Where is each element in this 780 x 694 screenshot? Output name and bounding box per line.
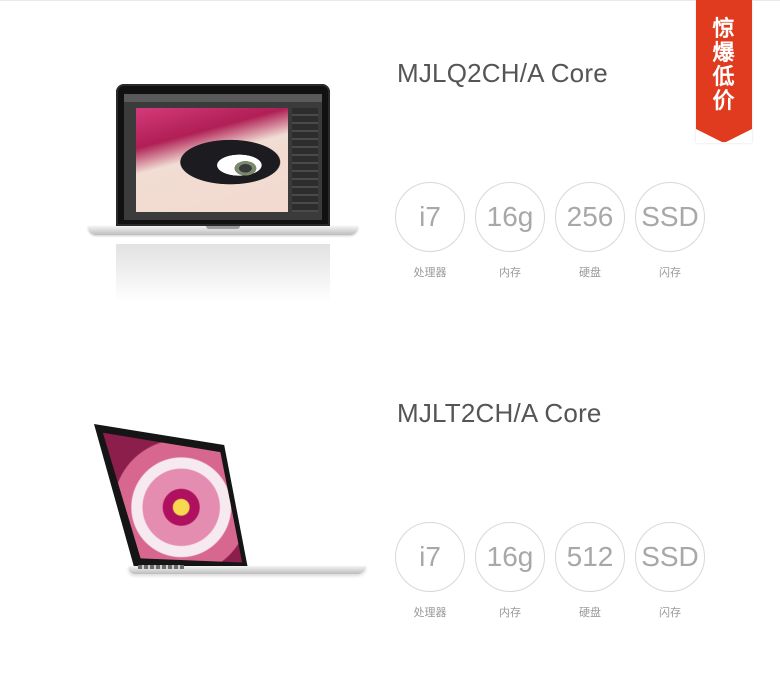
spec-label-cpu: 处理器 [413, 267, 447, 279]
spec-label-disk: 硬盘 [579, 267, 601, 279]
spec-label-cpu: 处理器 [413, 607, 447, 619]
laptop-reflection [116, 244, 330, 302]
spec-label-ram: 内存 [499, 267, 521, 279]
product-card-2: MJLT2CH/A Core i7 16g 512 SSD 处理器 内存 硬盘 … [0, 394, 780, 694]
spec-circle-disk: 256 [555, 182, 625, 252]
spec-circle-ram: 16g [475, 522, 545, 592]
laptop-screen [124, 94, 322, 220]
spec-label-disk: 硬盘 [579, 607, 601, 619]
spec-label-ram: 内存 [499, 607, 521, 619]
laptop-image-angled [94, 424, 369, 579]
spec-circle-flash: SSD [635, 522, 705, 592]
promo-text-line-1: 惊 [712, 16, 736, 41]
laptop-image-front [88, 84, 358, 304]
product-model-name: MJLQ2CH/A Core [397, 58, 608, 88]
top-divider [0, 0, 780, 1]
screen-menubar [124, 94, 322, 102]
product-model-name: MJLT2CH/A Core [397, 398, 602, 428]
spec-circle-cpu: i7 [395, 522, 465, 592]
spec-label-flash: 闪存 [659, 607, 681, 619]
screen-photo-eye [136, 108, 288, 212]
laptop-ports [138, 565, 184, 569]
spec-circle-disk: 512 [555, 522, 625, 592]
product-card-1: MJLQ2CH/A Core i7 16g 256 SSD 处理器 内存 硬盘 … [0, 54, 780, 354]
spec-circle-cpu: i7 [395, 182, 465, 252]
laptop-lid [116, 84, 330, 226]
spec-circle-ram: 16g [475, 182, 545, 252]
spec-label-flash: 闪存 [659, 267, 681, 279]
screen-tool-panel [292, 108, 318, 212]
spec-circle-flash: SSD [635, 182, 705, 252]
laptop-notch [206, 226, 240, 229]
